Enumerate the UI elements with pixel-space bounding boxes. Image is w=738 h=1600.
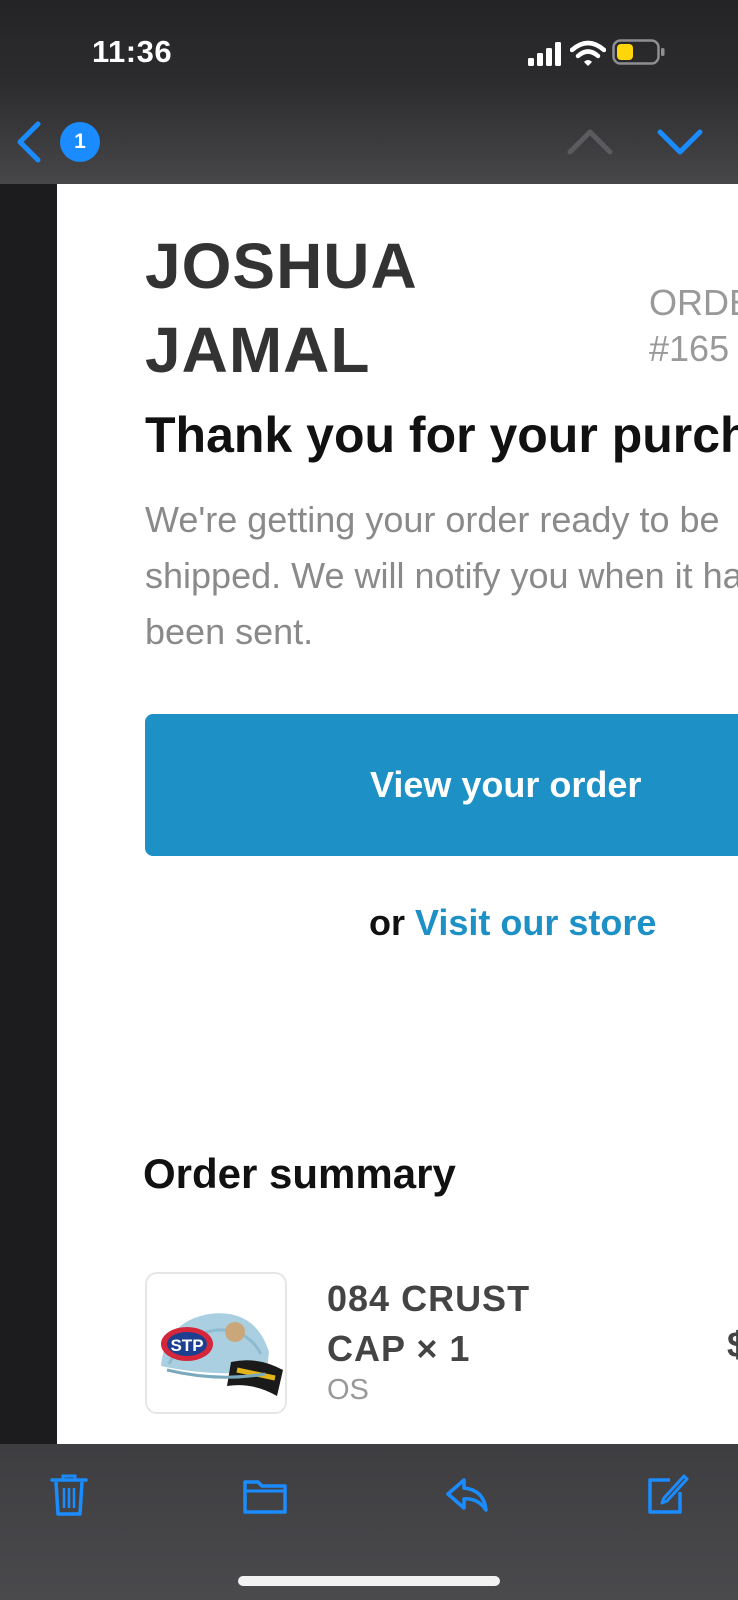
wifi-icon bbox=[570, 40, 606, 66]
order-message: We're getting your order ready to be shi… bbox=[145, 499, 738, 652]
order-number: ORDER #165 bbox=[649, 280, 738, 372]
product-thumbnail[interactable]: STP bbox=[145, 1272, 287, 1414]
item-price: $ bbox=[727, 1324, 738, 1365]
cellular-signal-icon bbox=[528, 42, 561, 66]
chevron-left-icon[interactable] bbox=[12, 118, 48, 166]
alt-store-line: or Visit our store bbox=[369, 902, 656, 944]
chevron-up-icon[interactable] bbox=[566, 124, 614, 160]
shop-name: JOSHUA JAMAL bbox=[145, 230, 416, 386]
reply-icon[interactable] bbox=[444, 1472, 490, 1518]
status-time: 11:36 bbox=[92, 34, 173, 69]
compose-icon[interactable] bbox=[644, 1472, 690, 1518]
top-bar: 11:36 1 bbox=[0, 0, 738, 184]
cap-image: STP bbox=[161, 1313, 283, 1396]
item-name: 084 CRUST CAP × 1 bbox=[327, 1278, 531, 1369]
order-number-text: ORDER #165 bbox=[649, 282, 738, 369]
unread-count-badge[interactable]: 1 bbox=[60, 122, 100, 162]
item-variant: OS bbox=[327, 1374, 369, 1406]
thank-you-heading: Thank you for your purchase! bbox=[145, 407, 738, 463]
battery-low-power-icon bbox=[612, 39, 665, 65]
chevron-down-icon[interactable] bbox=[656, 124, 704, 160]
order-summary-title: Order summary bbox=[143, 1150, 456, 1197]
visit-store-link[interactable]: Visit our store bbox=[415, 902, 656, 943]
folder-icon[interactable] bbox=[242, 1472, 288, 1518]
left-rail bbox=[0, 184, 57, 1444]
home-indicator[interactable] bbox=[238, 1576, 500, 1586]
view-order-button[interactable]: View your order bbox=[145, 714, 738, 856]
trash-icon[interactable] bbox=[46, 1472, 92, 1518]
or-text: or bbox=[369, 902, 405, 943]
email-body: JOSHUA JAMAL ORDER #165 Thank you for yo… bbox=[57, 184, 738, 1444]
cap-patch-text: STP bbox=[170, 1336, 203, 1355]
